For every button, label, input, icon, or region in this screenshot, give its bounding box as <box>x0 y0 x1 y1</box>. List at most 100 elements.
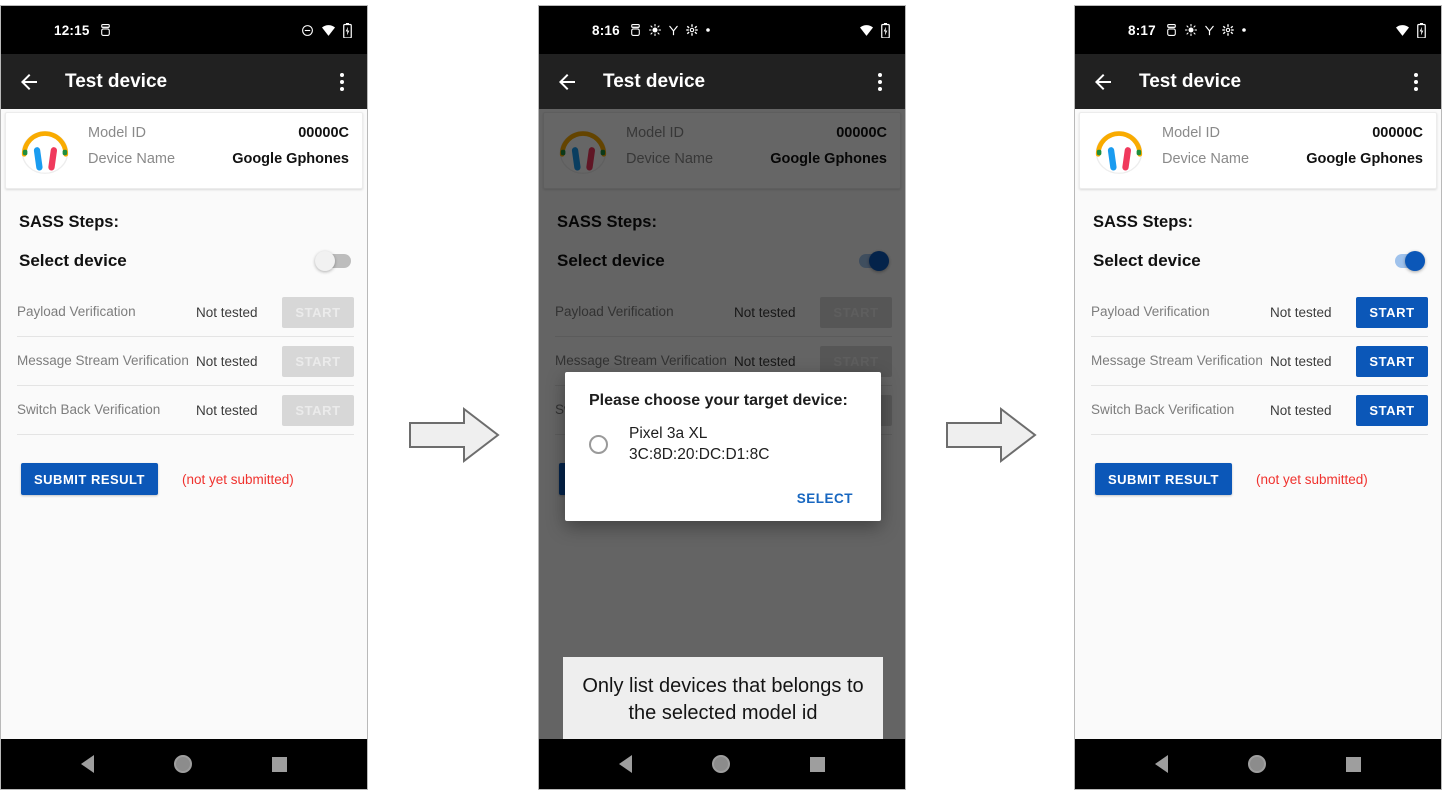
pixel-buds-icon <box>16 120 74 181</box>
status-bar-right-3 <box>1395 22 1441 38</box>
select-device-toggle[interactable] <box>1389 251 1425 271</box>
page-title: Test device <box>603 70 706 92</box>
model-id-label: Model ID <box>88 124 147 141</box>
do-not-disturb-icon <box>301 24 314 37</box>
table-row: Payload Verification Not tested START <box>1091 288 1428 337</box>
status-bar-left-2: 8:16 <box>539 23 711 38</box>
model-id-value: 00000C <box>1372 124 1423 141</box>
submit-result-button[interactable]: SUBMIT RESULT <box>1095 463 1232 495</box>
step-name: Message Stream Verification <box>1091 352 1263 368</box>
app-bar-2: Test device <box>539 54 905 109</box>
android-debug-icon <box>629 23 642 37</box>
start-button[interactable]: START <box>1356 394 1428 426</box>
select-device-toggle[interactable] <box>315 251 351 271</box>
steps-table-1: Payload Verification Not tested START Me… <box>17 288 354 435</box>
overflow-menu-icon[interactable] <box>332 71 352 93</box>
device-option-mac: 3C:8D:20:DC:D1:8C <box>629 445 770 463</box>
device-card-rows: Model ID 00000C Device Name Google Gphon… <box>88 125 349 177</box>
nav-back-triangle-icon[interactable] <box>81 755 94 773</box>
model-id-label: Model ID <box>1162 124 1221 141</box>
start-button[interactable]: START <box>1356 345 1428 377</box>
vpn-icon <box>668 24 679 37</box>
submit-row-1: SUBMIT RESULT (not yet submitted) <box>21 463 367 495</box>
wifi-icon <box>321 24 336 37</box>
app-bar-1: Test device <box>1 54 367 109</box>
start-button[interactable]: START <box>282 345 354 377</box>
pixel-buds-icon <box>1090 120 1148 181</box>
dialog-title: Please choose your target device: <box>589 392 848 409</box>
nav-home-circle-icon[interactable] <box>712 755 730 773</box>
flow-arrow-icon <box>409 406 500 464</box>
nav-home-circle-icon[interactable] <box>1248 755 1266 773</box>
phone-screen-2: 8:16 Test device Please choose your targ… <box>538 5 906 790</box>
status-bar-left-3: 8:17 <box>1075 23 1247 38</box>
device-card-row: Model ID 00000C <box>88 125 349 151</box>
dialog-actions: SELECT <box>565 476 881 515</box>
screen-body-3: Model ID 00000C Device Name Google Gphon… <box>1075 109 1441 739</box>
table-row: Message Stream Verification Not tested S… <box>1091 337 1428 386</box>
back-arrow-icon[interactable] <box>1091 70 1115 94</box>
start-button[interactable]: START <box>1356 296 1428 328</box>
device-name-value: Google Gphones <box>1306 150 1423 167</box>
device-card-row: Model ID 00000C <box>1162 125 1423 151</box>
start-button[interactable]: START <box>282 296 354 328</box>
nav-back-triangle-icon[interactable] <box>1155 755 1168 773</box>
sass-steps-title: SASS Steps: <box>19 213 119 231</box>
device-radio-button[interactable] <box>589 435 608 455</box>
select-device-label: Select device <box>19 251 127 270</box>
back-arrow-icon[interactable] <box>17 70 41 94</box>
nav-recents-square-icon[interactable] <box>810 756 825 772</box>
more-dot-icon <box>1241 27 1247 33</box>
screen-body-1: Model ID 00000C Device Name Google Gphon… <box>1 109 367 739</box>
overflow-menu-icon[interactable] <box>1406 71 1426 93</box>
submit-result-button[interactable]: SUBMIT RESULT <box>21 463 158 495</box>
overflow-menu-icon[interactable] <box>870 71 890 93</box>
sass-steps-title: SASS Steps: <box>1093 213 1193 231</box>
back-arrow-icon[interactable] <box>555 70 579 94</box>
submit-status-note: (not yet submitted) <box>181 471 294 487</box>
status-clock: 8:17 <box>1128 22 1156 38</box>
step-status: Not tested <box>1270 304 1332 320</box>
submit-status-note: (not yet submitted) <box>1255 471 1368 487</box>
device-name-label: Device Name <box>1162 150 1250 167</box>
device-name-value: Google Gphones <box>232 150 349 167</box>
step-status: Not tested <box>196 304 258 320</box>
nav-recents-square-icon[interactable] <box>272 756 287 772</box>
step-name: Message Stream Verification <box>17 352 189 368</box>
toggle-thumb <box>315 251 335 271</box>
device-card-row: Device Name Google Gphones <box>88 151 349 177</box>
dialog-select-button[interactable]: SELECT <box>791 490 859 507</box>
device-name-label: Device Name <box>88 150 176 167</box>
select-device-row: Select device <box>1093 251 1425 271</box>
settings-gear-icon <box>686 24 698 36</box>
brightness-icon <box>648 24 661 36</box>
toggle-thumb <box>1405 251 1425 271</box>
nav-recents-square-icon[interactable] <box>1346 756 1361 772</box>
nav-home-circle-icon[interactable] <box>174 755 192 773</box>
device-option-text: Pixel 3a XL 3C:8D:20:DC:D1:8C <box>629 424 769 466</box>
step-status: Not tested <box>196 353 258 369</box>
step-name: Payload Verification <box>1091 303 1210 319</box>
settings-gear-icon <box>1222 24 1234 36</box>
device-card-rows: Model ID 00000C Device Name Google Gphon… <box>1162 125 1423 177</box>
device-info-card: Model ID 00000C Device Name Google Gphon… <box>5 112 363 189</box>
status-bar-3: 8:17 <box>1075 6 1441 54</box>
device-card-row: Device Name Google Gphones <box>1162 151 1423 177</box>
step-status: Not tested <box>1270 353 1332 369</box>
android-debug-icon <box>99 23 112 37</box>
submit-row-3: SUBMIT RESULT (not yet submitted) <box>1095 463 1441 495</box>
nav-back-triangle-icon[interactable] <box>619 755 632 773</box>
steps-table-3: Payload Verification Not tested START Me… <box>1091 288 1428 435</box>
start-button[interactable]: START <box>282 394 354 426</box>
annotation-callout: Only list devices that belongs to the se… <box>563 657 883 739</box>
status-bar-1: 12:15 <box>1 6 367 54</box>
status-bar-right-2 <box>859 22 905 38</box>
page-title: Test device <box>1139 70 1242 92</box>
phone-screen-3: 8:17 Test device Model ID 00000C Device … <box>1074 5 1442 790</box>
step-status: Not tested <box>196 402 258 418</box>
battery-icon <box>1417 22 1426 38</box>
screenshot-stage: 12:15 Test device Model ID 00000C Device… <box>0 0 1442 795</box>
device-option-row[interactable]: Pixel 3a XL 3C:8D:20:DC:D1:8C <box>565 410 881 476</box>
nav-bar-2 <box>539 739 905 789</box>
choose-device-dialog: Please choose your target device: Pixel … <box>565 372 881 521</box>
